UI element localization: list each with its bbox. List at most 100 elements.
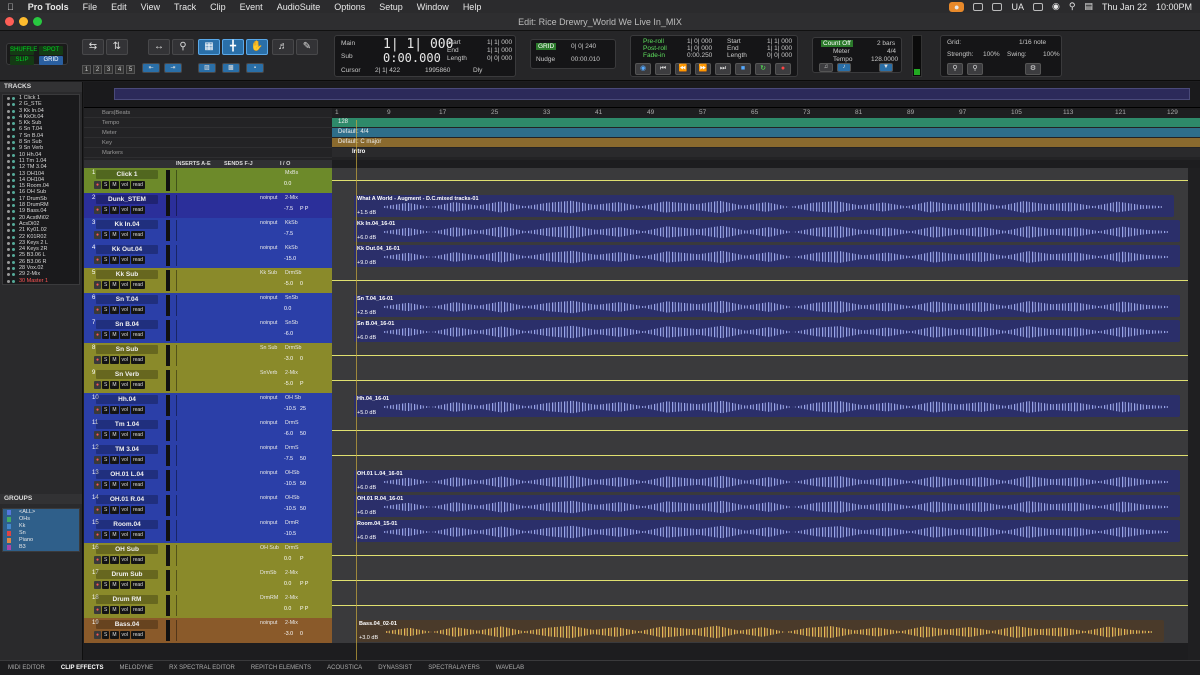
swing-value[interactable]: 100% (1043, 51, 1060, 58)
solo-button[interactable]: S (102, 181, 110, 189)
search-icon[interactable]: ⚲ (1069, 1, 1076, 12)
menu-event[interactable]: Event (233, 2, 270, 12)
volume-value[interactable]: -7.5 (284, 231, 293, 237)
track-lane[interactable] (332, 368, 1200, 393)
count-off-value[interactable]: 2 bars (877, 40, 895, 47)
solo-button[interactable]: S (102, 356, 110, 364)
mute-button[interactable]: M (110, 481, 119, 489)
menu-track[interactable]: Track (167, 2, 203, 12)
length-value[interactable]: 0| 0| 000 (487, 55, 512, 62)
tempo-value[interactable]: 128.0000 (871, 56, 898, 63)
pan-value[interactable]: P P (300, 581, 308, 587)
clip-gain[interactable]: +6.0 dB (357, 485, 376, 491)
clip-gain[interactable]: +6.0 dB (357, 535, 376, 541)
track-header[interactable]: 14 OH.01 R.04 ● S Mvol read noinput OHSb -10.5 50 (84, 493, 332, 518)
pan-value[interactable]: 50 (300, 456, 306, 462)
link-icon[interactable]: ⇥ (164, 63, 182, 73)
record-arm-icon[interactable]: ● (94, 306, 102, 314)
pan-value[interactable]: 0 (300, 281, 303, 287)
output-selector[interactable]: SnSb (285, 320, 298, 326)
return-to-zero-icon[interactable]: ⏮ (655, 63, 671, 75)
output-selector[interactable]: KkSb (285, 220, 298, 226)
output-selector[interactable]: KkSb (285, 245, 298, 251)
solo-button[interactable]: S (102, 231, 110, 239)
record-arm-icon[interactable]: ● (94, 256, 102, 264)
midi-merge-icon[interactable]: ♫ (819, 63, 833, 72)
end-value[interactable]: 1| 1| 000 (487, 47, 512, 54)
tr-end-value[interactable]: 1| 1| 000 (767, 45, 792, 52)
track-name[interactable]: OH.01 L.04 (96, 470, 158, 479)
view-selector[interactable]: vol (119, 406, 130, 414)
view-selector[interactable]: vol (119, 381, 130, 389)
solo-button[interactable]: S (102, 481, 110, 489)
volume-value[interactable]: -5.0 (284, 381, 293, 387)
track-name[interactable]: Tm 1.04 (96, 420, 158, 429)
input-selector[interactable]: noinput (260, 395, 277, 401)
volume-automation-line[interactable] (332, 355, 1200, 356)
zoom-preset-5[interactable]: 5 (126, 65, 135, 74)
output-selector[interactable]: 2-Mix (285, 620, 298, 626)
track-name[interactable]: Kk In.04 (96, 220, 158, 229)
group-item[interactable]: Piano (3, 537, 79, 544)
volume-value[interactable]: -10.5 (284, 406, 296, 412)
track-name[interactable]: OH.01 R.04 (96, 495, 158, 504)
output-selector[interactable]: DrmS (285, 545, 299, 551)
output-selector[interactable]: SnSb (285, 295, 298, 301)
slip-button[interactable]: SLIP (10, 56, 34, 65)
record-arm-icon[interactable]: ● (94, 331, 102, 339)
mute-button[interactable]: M (110, 381, 119, 389)
record-arm-icon[interactable]: ● (94, 606, 102, 614)
zoom-preset-1[interactable]: 1 (82, 65, 91, 74)
rewind-icon[interactable]: ⏪ (675, 63, 691, 75)
view-selector[interactable]: vol (119, 556, 130, 564)
record-arm-icon[interactable]: ● (94, 506, 102, 514)
record-arm-icon[interactable]: ● (94, 356, 102, 364)
group-item[interactable]: Kk (3, 523, 79, 530)
solo-button[interactable]: S (102, 206, 110, 214)
display-icon[interactable] (973, 2, 984, 11)
group-item[interactable]: Sn (3, 530, 79, 537)
clip-gain[interactable]: +1.5 dB (357, 210, 376, 216)
mute-button[interactable]: M (110, 306, 119, 314)
online-icon[interactable]: ◉ (635, 63, 651, 75)
track-header[interactable]: 11 Tm 1.04 ● S Mvol read noinput DrmS -6.0 50 (84, 418, 332, 443)
battery-icon[interactable] (1032, 2, 1043, 11)
clip-gain[interactable]: +3.0 dB (359, 635, 378, 641)
grid-note-value[interactable]: 1/16 note (1019, 39, 1046, 46)
track-lane[interactable] (332, 568, 1200, 593)
track-lane[interactable]: Room.04_15-01 +6.0 dB (332, 518, 1200, 543)
insert-slots[interactable] (176, 245, 214, 266)
menu-setup[interactable]: Setup (372, 2, 410, 12)
audio-clip[interactable]: OH.01 L.04_16-01 +6.0 dB (354, 470, 1180, 492)
automation-mode[interactable]: read (130, 306, 145, 314)
track-name[interactable]: Drum Sub (96, 570, 158, 579)
track-header[interactable]: 18 Drum RM ● S Mvol read DrmRM 2-Mix 0.0 P P (84, 593, 332, 618)
barsbeats-ruler-label[interactable]: Bars|Beats (84, 108, 332, 118)
volume-value[interactable]: -5.0 (284, 281, 293, 287)
input-selector[interactable]: SnVerb (260, 370, 277, 376)
count-off-button[interactable]: Count Off (821, 40, 853, 47)
track-header[interactable]: 17 Drum Sub ● S Mvol read DrmSb 2-Mix 0.0 P P (84, 568, 332, 593)
bottom-tab[interactable]: MELODYNE (111, 665, 161, 671)
insert-slots[interactable] (176, 520, 214, 541)
selector-tool-icon[interactable]: ╋ (222, 39, 244, 55)
meter-ruler[interactable]: Default: 4/4 (332, 128, 1200, 137)
volume-value[interactable]: -6.0 (284, 331, 293, 337)
track-name[interactable]: Hh.04 (96, 395, 158, 404)
main-counter[interactable]: 1| 1| 000 (383, 37, 453, 52)
record-arm-icon[interactable]: ● (94, 431, 102, 439)
pan-value[interactable]: 25 (300, 406, 306, 412)
input-selector[interactable]: noinput (260, 520, 277, 526)
track-lane[interactable]: Kk In.04_16-01 +6.0 dB (332, 218, 1200, 243)
bottom-tab[interactable]: WAVELAB (488, 665, 532, 671)
mute-button[interactable]: M (110, 356, 119, 364)
pan-value[interactable]: 50 (300, 431, 306, 437)
volume-automation-line[interactable] (332, 580, 1200, 581)
sub-counter[interactable]: 0:00.000 (383, 51, 441, 65)
view-selector[interactable]: vol (119, 181, 130, 189)
mute-button[interactable]: M (110, 556, 119, 564)
track-lane[interactable]: Kk Out.04_16-01 +9.0 dB (332, 243, 1200, 268)
bottom-tab[interactable]: CLIP EFFECTS (53, 665, 112, 671)
stop-icon[interactable]: ■ (735, 63, 751, 75)
solo-button[interactable]: S (102, 281, 110, 289)
